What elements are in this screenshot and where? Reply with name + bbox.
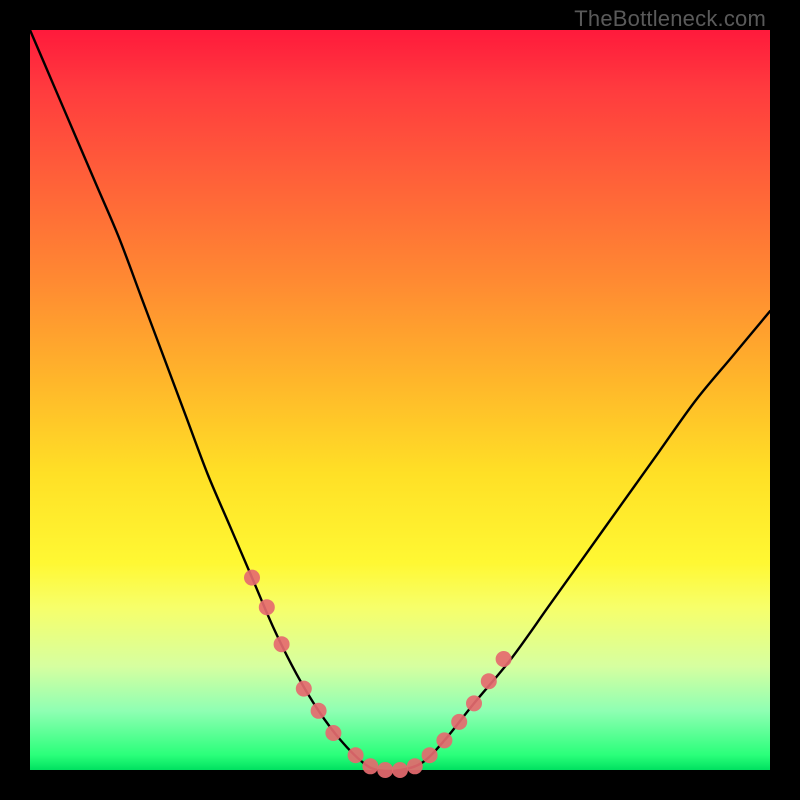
curve-marker [392,762,408,778]
curve-markers [244,570,512,778]
watermark-text: TheBottleneck.com [574,6,766,32]
curve-marker [244,570,260,586]
curve-marker [466,695,482,711]
curve-marker [325,725,341,741]
curve-marker [259,599,275,615]
curve-marker [348,747,364,763]
curve-marker [422,747,438,763]
curve-marker [362,758,378,774]
curve-marker [481,673,497,689]
curve-marker [407,758,423,774]
curve-marker [377,762,393,778]
chart-frame: TheBottleneck.com [0,0,800,800]
curve-marker [311,703,327,719]
plot-area [30,30,770,770]
curve-marker [496,651,512,667]
curve-marker [296,681,312,697]
curve-marker [436,732,452,748]
bottleneck-curve [30,30,770,771]
curve-marker [451,714,467,730]
curve-svg [30,30,770,770]
curve-marker [274,636,290,652]
